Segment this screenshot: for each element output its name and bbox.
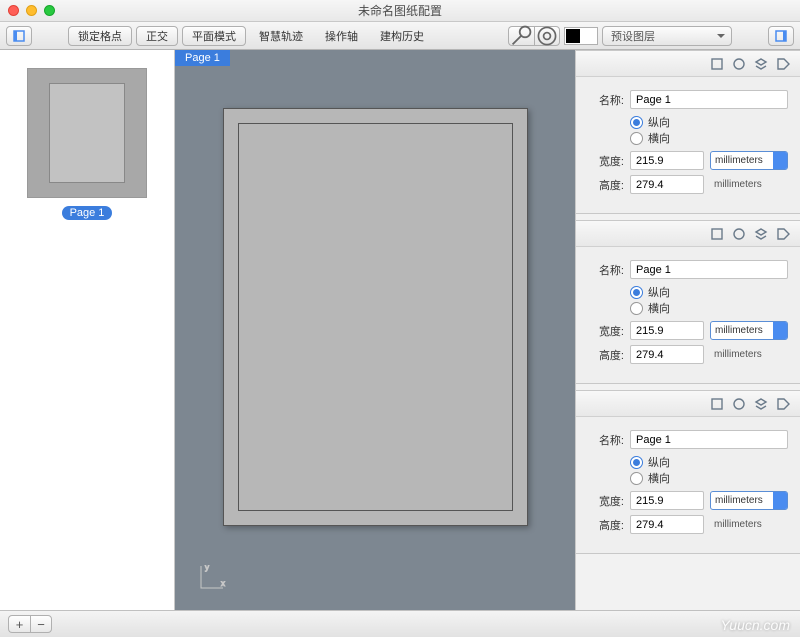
- panel-header: [576, 221, 800, 247]
- target-icon[interactable]: [534, 26, 560, 46]
- height-label: 高度:: [588, 517, 624, 533]
- panel-header: [576, 51, 800, 77]
- ortho-button[interactable]: 正交: [136, 26, 178, 46]
- layers-icon[interactable]: [754, 227, 768, 241]
- inspector: 名称: 纵向 横向 宽度:millimeters 高度:millimeters …: [575, 50, 800, 610]
- portrait-radio[interactable]: 纵向: [630, 454, 788, 470]
- page-properties-panel: 名称: 纵向 横向 宽度: millimeters 高度: millimeters: [576, 50, 800, 214]
- page-thumbnail[interactable]: [27, 68, 147, 198]
- width-field[interactable]: [630, 321, 704, 340]
- rect-icon[interactable]: [710, 57, 724, 71]
- tag-icon[interactable]: [776, 227, 790, 241]
- landscape-radio[interactable]: 横向: [630, 130, 788, 146]
- portrait-label: 纵向: [648, 284, 670, 300]
- name-field[interactable]: [630, 90, 788, 109]
- rect-icon[interactable]: [710, 227, 724, 241]
- page-canvas[interactable]: [223, 108, 528, 526]
- height-field[interactable]: [630, 175, 704, 194]
- name-label: 名称:: [588, 432, 624, 448]
- lock-format-button[interactable]: 锁定格点: [68, 26, 132, 46]
- height-unit-label: millimeters: [710, 175, 788, 194]
- landscape-label: 横向: [648, 300, 670, 316]
- landscape-radio[interactable]: 横向: [630, 470, 788, 486]
- main-area: Page 1 Page 1 yx 名称: 纵向 横向 宽度:millimeter…: [0, 50, 800, 610]
- height-unit-label: millimeters: [710, 345, 788, 364]
- panel-header: [576, 391, 800, 417]
- width-field[interactable]: [630, 151, 704, 170]
- portrait-label: 纵向: [648, 114, 670, 130]
- rect-icon[interactable]: [710, 397, 724, 411]
- width-unit-select[interactable]: millimeters: [710, 491, 788, 510]
- circle-icon[interactable]: [732, 227, 746, 241]
- landscape-radio[interactable]: 横向: [630, 300, 788, 316]
- tag-icon[interactable]: [776, 57, 790, 71]
- height-unit-label: millimeters: [710, 515, 788, 534]
- height-label: 高度:: [588, 177, 624, 193]
- name-label: 名称:: [588, 262, 624, 278]
- width-unit-select[interactable]: millimeters: [710, 151, 788, 170]
- footer: + −: [0, 610, 800, 637]
- smart-track-button[interactable]: 智慧轨迹: [250, 26, 312, 46]
- page-properties-panel: 名称: 纵向 横向 宽度: millimeters 高度: millimeters: [576, 220, 800, 384]
- page-tab[interactable]: Page 1: [175, 50, 230, 66]
- window-title: 未命名图纸配置: [0, 2, 800, 19]
- name-label: 名称:: [588, 92, 624, 108]
- canvas-area[interactable]: Page 1 yx: [175, 50, 575, 610]
- build-history-button[interactable]: 建构历史: [371, 26, 433, 46]
- layers-icon[interactable]: [754, 57, 768, 71]
- op-axis-button[interactable]: 操作轴: [316, 26, 367, 46]
- circle-icon[interactable]: [732, 57, 746, 71]
- toolbar: 锁定格点 正交 平面模式 智慧轨迹 操作轴 建构历史 预设图层: [0, 22, 800, 50]
- width-field[interactable]: [630, 491, 704, 510]
- add-remove-buttons: + −: [8, 615, 52, 633]
- right-panel-toggle[interactable]: [768, 26, 794, 46]
- remove-page-button[interactable]: −: [30, 615, 52, 633]
- circle-icon[interactable]: [732, 397, 746, 411]
- titlebar: 未命名图纸配置: [0, 0, 800, 22]
- page-thumbnail-label[interactable]: Page 1: [62, 206, 113, 220]
- portrait-label: 纵向: [648, 454, 670, 470]
- width-label: 宽度:: [588, 323, 624, 339]
- landscape-label: 横向: [648, 130, 670, 146]
- landscape-label: 横向: [648, 470, 670, 486]
- left-panel-toggle[interactable]: [6, 26, 32, 46]
- name-field[interactable]: [630, 260, 788, 279]
- pages-sidebar: Page 1: [0, 50, 175, 610]
- preset-layer-dropdown[interactable]: 预设图层: [602, 26, 732, 46]
- width-unit-select[interactable]: millimeters: [710, 321, 788, 340]
- watermark: Yuucn.com: [720, 617, 790, 633]
- plane-mode-button[interactable]: 平面模式: [182, 26, 246, 46]
- layers-icon[interactable]: [754, 397, 768, 411]
- width-label: 宽度:: [588, 153, 624, 169]
- axis-indicator: yx: [197, 562, 227, 594]
- svg-text:x: x: [221, 579, 225, 588]
- key-icon[interactable]: [508, 26, 534, 46]
- portrait-radio[interactable]: 纵向: [630, 114, 788, 130]
- add-page-button[interactable]: +: [8, 615, 30, 633]
- svg-text:y: y: [205, 563, 209, 572]
- height-field[interactable]: [630, 515, 704, 534]
- name-field[interactable]: [630, 430, 788, 449]
- height-field[interactable]: [630, 345, 704, 364]
- height-label: 高度:: [588, 347, 624, 363]
- page-properties-panel: 名称: 纵向 横向 宽度: millimeters 高度: millimeters: [576, 390, 800, 554]
- tag-icon[interactable]: [776, 397, 790, 411]
- color-well[interactable]: [564, 27, 598, 45]
- width-label: 宽度:: [588, 493, 624, 509]
- portrait-radio[interactable]: 纵向: [630, 284, 788, 300]
